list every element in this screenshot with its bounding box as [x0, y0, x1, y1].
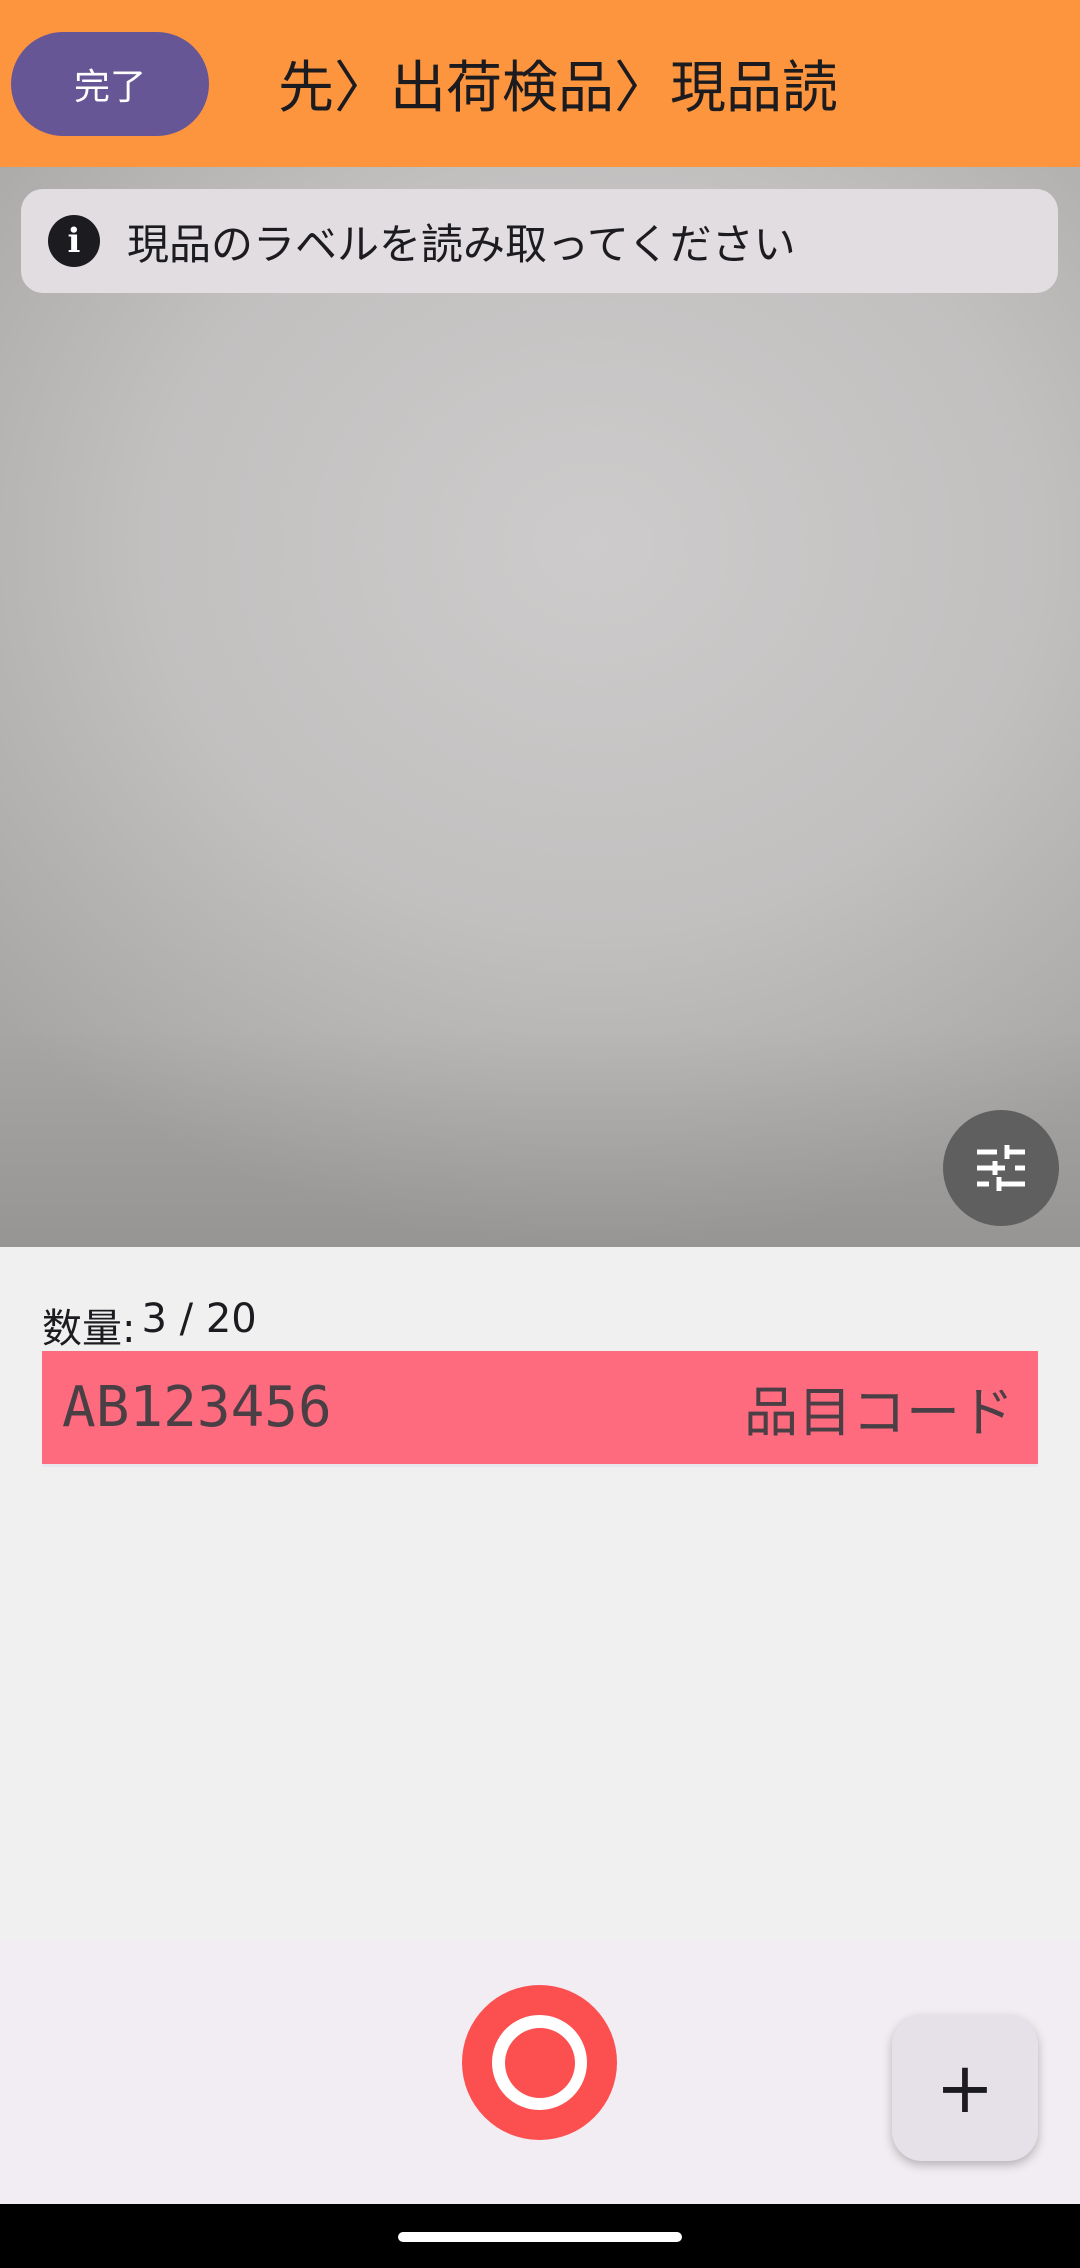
camera-settings-button[interactable]	[943, 1110, 1059, 1226]
done-button[interactable]: 完了	[11, 32, 209, 136]
shutter-button[interactable]	[462, 1985, 617, 2140]
home-gesture-handle[interactable]	[398, 2232, 682, 2242]
system-navigation-bar	[0, 2204, 1080, 2268]
item-code-field[interactable]: AB123456 品目コード	[42, 1351, 1038, 1467]
shutter-icon	[492, 2015, 587, 2110]
tune-sliders-icon	[977, 1145, 1025, 1191]
item-code-value: AB123456	[62, 1375, 332, 1440]
quantity-value: 3 / 20	[141, 1296, 257, 1342]
camera-preview[interactable]: i 現品のラベルを読み取ってください	[0, 167, 1080, 1247]
add-button[interactable]: +	[892, 2015, 1038, 2161]
breadcrumb: 先〉出荷検品〉現品読	[278, 0, 856, 167]
quantity-display: 数量: 3 / 20	[42, 1296, 257, 1354]
instruction-banner: i 現品のラベルを読み取ってください	[21, 189, 1058, 293]
instruction-text: 現品のラベルを読み取ってください	[127, 219, 796, 269]
breadcrumb-text: 先〉出荷検品〉現品読	[278, 56, 838, 121]
plus-icon: +	[935, 2047, 995, 2129]
info-icon: i	[48, 215, 100, 267]
item-code-label: 品目コード	[744, 1381, 1014, 1444]
top-app-bar: 完了 先〉出荷検品〉現品読	[0, 0, 1080, 167]
shutter-core	[504, 2027, 575, 2098]
quantity-label: 数量:	[42, 1306, 136, 1352]
